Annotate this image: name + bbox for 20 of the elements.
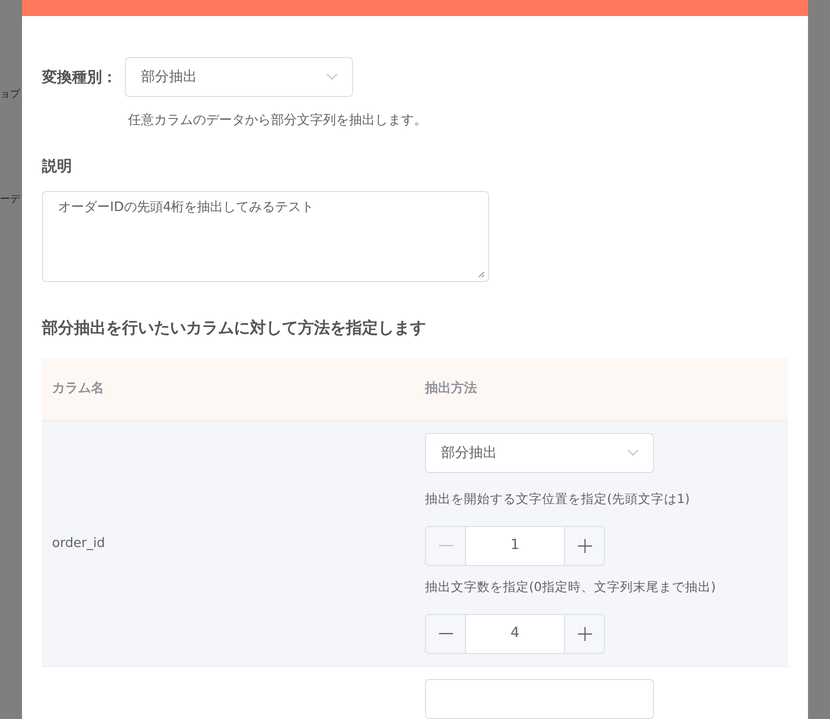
type-description: 任意カラムのデータから部分文字列を抽出します。: [128, 112, 428, 130]
column-header: 抽出方法: [425, 380, 477, 398]
chevron-down-icon: [627, 449, 639, 457]
chevron-down-icon: [326, 73, 338, 81]
dropdown[interactable]: [425, 678, 654, 718]
dropdown[interactable]: 部分抽出: [425, 433, 654, 473]
resize-handle-icon: [478, 271, 485, 278]
dropdown-value: 部分抽出: [141, 68, 197, 86]
description-textarea[interactable]: オーダーIDの先頭4桁を抽出してみるテスト: [42, 191, 489, 282]
field-label: 説明: [42, 156, 73, 176]
background-text: ーデ: [0, 193, 22, 207]
dropdown[interactable]: 部分抽出: [125, 57, 353, 97]
table-cell-text: order_id: [51, 534, 106, 552]
option-label: 抽出を開始する文字位置を指定(先頭文字は1): [425, 490, 691, 508]
background-text: ョブ: [0, 88, 21, 102]
column-header: カラム名: [51, 380, 105, 398]
option-label: 抽出文字数を指定(0指定時、文字列末尾まで抽出): [425, 578, 716, 596]
field-label: 変換種別：: [42, 66, 117, 88]
dropdown-value: 部分抽出: [441, 444, 497, 462]
section-heading: 部分抽出を行いたいカラムに対して方法を指定します: [42, 317, 427, 339]
